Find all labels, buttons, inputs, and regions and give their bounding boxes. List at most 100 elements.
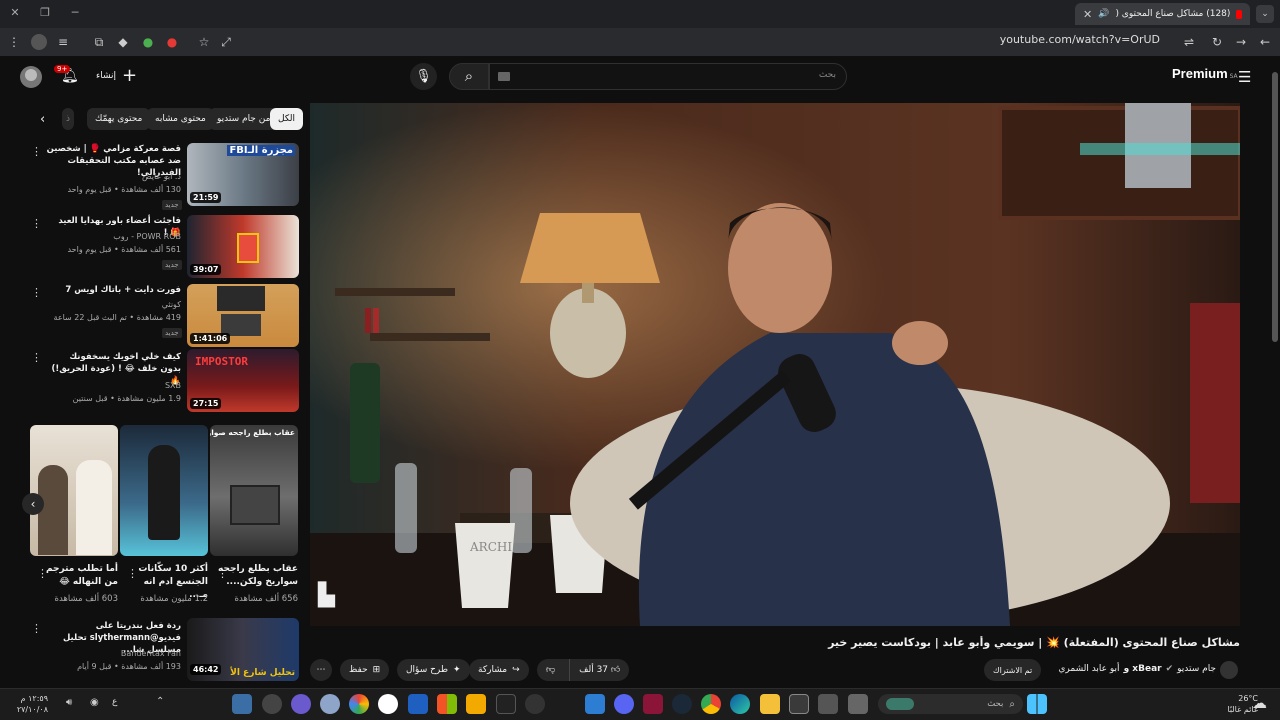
forward-icon[interactable]: → — [1233, 34, 1249, 50]
hamburger-menu-icon[interactable]: ☰ — [1238, 68, 1251, 86]
extensions-icon[interactable]: ⧉ — [91, 34, 107, 50]
taskbar-app-icon[interactable] — [525, 694, 545, 714]
short-title[interactable]: أما تطلب مترجم من النهاله 😂 — [38, 563, 118, 589]
taskbar-app-icon[interactable] — [466, 694, 486, 714]
more-options-icon[interactable]: ⋮ — [31, 286, 42, 299]
chip-partial[interactable]: ذ — [62, 108, 75, 130]
taskbar-app-icon[interactable] — [349, 694, 369, 714]
taskbar-app-icon[interactable] — [262, 694, 282, 714]
short-thumbnail[interactable] — [30, 425, 118, 556]
rec-thumbnail[interactable]: IMPOSTOR 27:15 — [187, 349, 299, 412]
store-icon[interactable] — [818, 694, 838, 714]
chips-next-icon[interactable]: ‹ — [40, 112, 45, 127]
notifications-button[interactable]: 🔔︎ 9+ — [54, 65, 79, 87]
channel-name-2[interactable]: xBear و — [1124, 664, 1162, 674]
share-button[interactable]: ↪ مشاركة — [469, 659, 529, 681]
dislike-button[interactable]: 👎︎ — [537, 665, 564, 675]
steam-icon[interactable] — [672, 694, 692, 714]
chip-all[interactable]: الكل — [270, 108, 304, 130]
volume-icon[interactable]: 🔊︎ — [66, 697, 72, 708]
taskbar-app-icon[interactable] — [643, 694, 663, 714]
extension-shield-icon[interactable]: ● — [140, 34, 156, 50]
rec-channel[interactable]: د. أبو عايض — [46, 171, 181, 182]
windows-start-icon[interactable] — [1027, 694, 1047, 714]
bookmark-star-icon[interactable]: ☆ — [196, 34, 212, 50]
taskbar-app-icon[interactable] — [585, 694, 605, 714]
audio-icon[interactable]: 🔊 — [1098, 9, 1109, 19]
rec-thumbnail[interactable]: 39:07 — [187, 215, 299, 278]
install-app-icon[interactable]: ⤢ — [218, 34, 234, 50]
tab-search-icon[interactable]: ⌄ — [1256, 5, 1274, 23]
rec-channel[interactable]: Banderitax Fan — [46, 648, 181, 659]
more-options-icon[interactable]: ⋮ — [31, 622, 42, 635]
rec-channel[interactable]: SXB — [46, 380, 181, 391]
close-window-icon[interactable]: ─ — [68, 6, 82, 20]
close-tab-icon[interactable]: ✕ — [1083, 8, 1092, 21]
extension-red-icon[interactable]: ● — [164, 34, 180, 50]
short-thumbnail[interactable] — [120, 425, 208, 556]
taskbar-app-icon[interactable] — [291, 694, 311, 714]
clock[interactable]: ١٢:٥٩ م ٢٧/١٠/٠٨ — [8, 693, 48, 715]
voice-search-button[interactable]: 🎙︎ — [410, 63, 437, 90]
taskbar-app-icon[interactable] — [320, 694, 340, 714]
short-title[interactable]: عقاب بطلع راجحه سواريخ ولكن.... — [218, 563, 298, 589]
back-icon[interactable]: ← — [1257, 34, 1273, 50]
user-avatar[interactable] — [20, 66, 42, 88]
chrome-icon[interactable] — [701, 694, 721, 714]
tray-expand-icon[interactable]: ⌃ — [156, 696, 164, 707]
language-indicator[interactable]: ع — [112, 697, 117, 707]
epic-games-icon[interactable] — [496, 694, 516, 714]
more-options-icon[interactable]: ⋮ — [31, 217, 42, 230]
task-view-icon[interactable] — [848, 694, 868, 714]
more-options-icon[interactable]: ⋮ — [31, 351, 42, 364]
more-options-icon[interactable]: ⋮ — [31, 145, 42, 158]
youtube-logo[interactable]: Premium SA — [1172, 66, 1238, 81]
channel-avatar[interactable] — [1220, 661, 1238, 679]
channel-name-3[interactable]: أبو عابد الشمري — [1058, 664, 1119, 674]
ask-button[interactable]: ✦ طرح سؤال — [397, 659, 470, 681]
discord-icon[interactable] — [614, 694, 634, 714]
search-input[interactable]: بحث — [489, 63, 847, 90]
channel-names[interactable]: جام ستديو ✔ xBear و أبو عابد الشمري — [1050, 664, 1216, 674]
taskbar-app-icon[interactable] — [232, 694, 252, 714]
minimize-icon[interactable]: ✕ — [8, 6, 22, 20]
weather-widget[interactable]: 26°C غائم غالبًا — [1208, 693, 1258, 715]
file-explorer-icon[interactable] — [760, 694, 780, 714]
more-actions-button[interactable]: ⋯ — [310, 659, 332, 681]
taskbar-search[interactable]: ⌕ بحث — [878, 694, 1023, 714]
rec-thumbnail[interactable]: 1:41:06 — [187, 284, 299, 347]
extension-diamond-icon[interactable]: ◆ — [115, 34, 131, 50]
active-tab[interactable]: (128) مشاكل صناع المحتوى ( 🔊 ✕ — [1075, 3, 1250, 25]
address-bar[interactable]: youtube.com/watch?v=OrUD — [1000, 33, 1160, 46]
rec-title[interactable]: فورت دايت + باتاك اويس 7 — [46, 284, 181, 296]
save-button[interactable]: ⊞ حفظ — [340, 659, 390, 681]
network-icon[interactable]: ◉ — [90, 697, 99, 708]
reload-icon[interactable]: ↻ — [1209, 34, 1225, 50]
scrollbar-thumb[interactable] — [1272, 72, 1278, 342]
office-icon[interactable] — [437, 694, 457, 714]
video-player[interactable]: ARCHI ▙ — [310, 103, 1240, 626]
rec-channel[interactable]: كونثي — [46, 299, 181, 310]
rec-thumbnail[interactable]: تحليل شارع الأ 46:42 — [187, 618, 299, 681]
profile-avatar[interactable] — [31, 34, 47, 50]
create-button[interactable]: + إنشاء — [96, 65, 137, 87]
scrollbar[interactable] — [1270, 58, 1280, 688]
taskbar-app-icon[interactable] — [408, 694, 428, 714]
channel-name[interactable]: جام ستديو — [1177, 664, 1216, 674]
edge-icon[interactable] — [730, 694, 750, 714]
menu-dots-icon[interactable]: ⋮ — [6, 34, 22, 50]
chip-from-channel[interactable]: من جام ستديو — [209, 108, 279, 130]
short-thumbnail[interactable]: عقاب بطلع راجحه صواريخ 🔥 — [210, 425, 298, 556]
subscribed-button[interactable]: تم الاشتراك — [984, 659, 1042, 681]
shorts-prev-icon[interactable]: ‹ — [22, 493, 44, 515]
site-settings-icon[interactable]: ⇌ — [1181, 34, 1197, 50]
like-button[interactable]: 👍︎ 37 ألف — [569, 659, 629, 681]
chrome-active-icon[interactable] — [789, 694, 809, 714]
chip-related[interactable]: محتوى مشابه — [147, 108, 214, 130]
search-button[interactable]: ⌕ — [449, 63, 489, 90]
reading-list-icon[interactable]: ≡ — [55, 34, 71, 50]
rec-channel[interactable]: POWR ROB - روب — [46, 231, 181, 242]
channel-watermark-icon[interactable]: ▙ — [318, 583, 335, 608]
chip-for-you[interactable]: محتوى يهمّك — [87, 108, 151, 130]
taskbar-app-icon[interactable] — [378, 694, 398, 714]
